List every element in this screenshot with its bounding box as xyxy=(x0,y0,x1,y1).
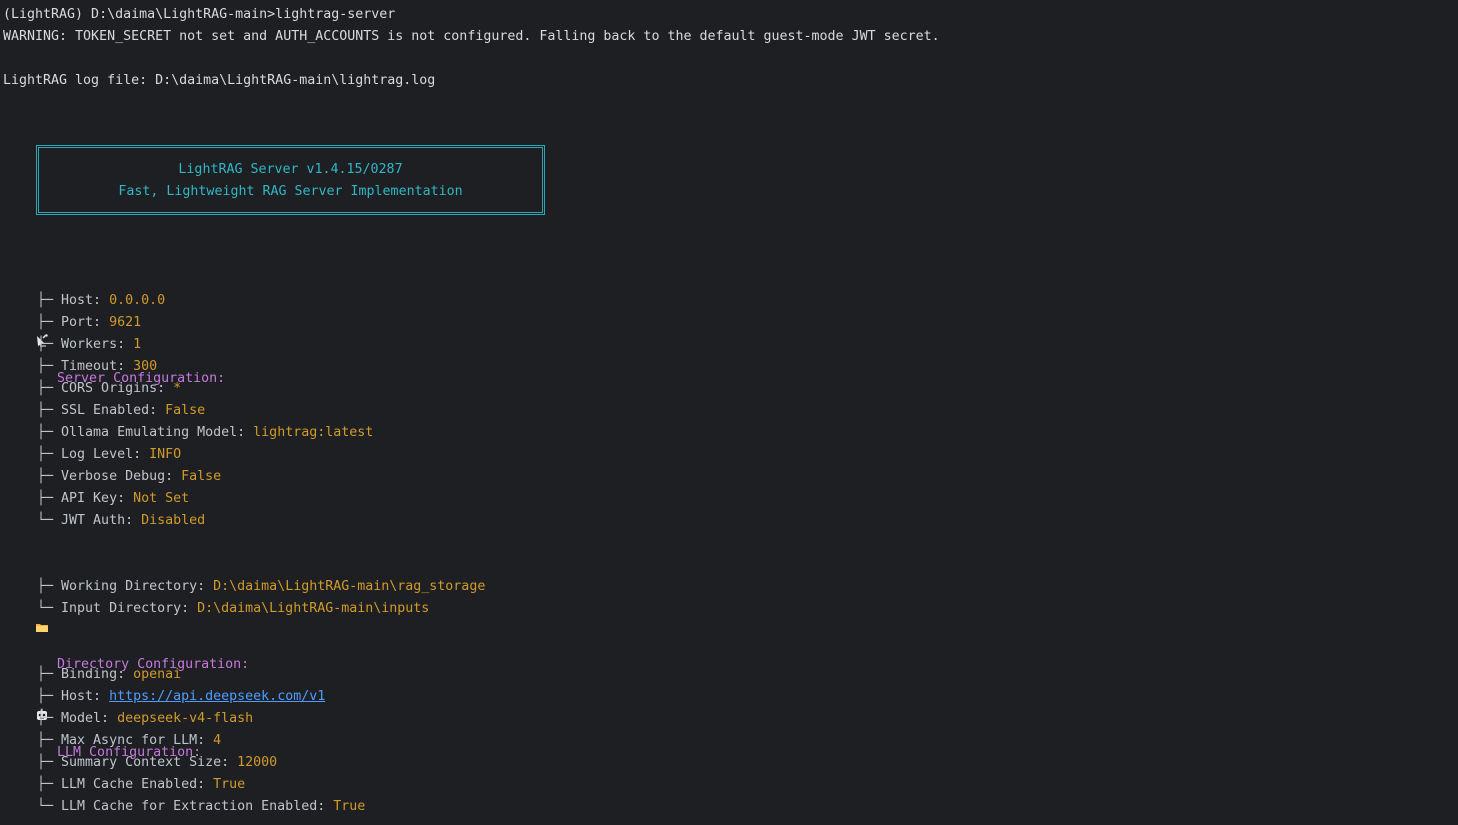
config-value: 9621 xyxy=(109,315,142,330)
command-prompt-line: (LightRAG) D:\daima\LightRAG-main>lightr… xyxy=(3,7,396,22)
config-label: Binding: xyxy=(61,667,134,682)
server-config-item: ├─ Host: 0.0.0.0 xyxy=(3,290,165,312)
server-config-item: ├─ SSL Enabled: False xyxy=(3,400,205,422)
tree-branch: ├─ xyxy=(37,337,62,352)
server-config-item: ├─ API Key: Not Set xyxy=(3,488,189,510)
tree-branch: ├─ xyxy=(37,667,62,682)
llm-config-header: LLM Configuration: xyxy=(3,642,201,760)
tree-branch: ├─ xyxy=(37,733,62,748)
tree-branch: └─ xyxy=(37,513,62,528)
config-value: True xyxy=(213,777,246,792)
tree-branch: ├─ xyxy=(37,447,62,462)
config-label: LLM Cache for Extraction Enabled: xyxy=(61,799,334,814)
config-value: 300 xyxy=(133,359,158,374)
llm-config-item: ├─ Host: https://api.deepseek.com/v1 xyxy=(3,686,325,708)
config-label: Workers: xyxy=(61,337,134,352)
config-value: False xyxy=(181,469,222,484)
config-label: Verbose Debug: xyxy=(61,469,182,484)
warning-line: WARNING: TOKEN_SECRET not set and AUTH_A… xyxy=(3,29,940,44)
server-config-header: Server Configuration: xyxy=(3,268,225,386)
tree-branch: ├─ xyxy=(37,711,62,726)
config-label: Host: xyxy=(61,689,110,704)
server-config-item: ├─ CORS Origins: * xyxy=(3,378,181,400)
config-link[interactable]: https://api.deepseek.com/v1 xyxy=(109,689,325,704)
llm-config-item: ├─ Max Async for LLM: 4 xyxy=(3,730,221,752)
config-label: Model: xyxy=(61,711,118,726)
config-value: 1 xyxy=(133,337,142,352)
config-value: * xyxy=(173,381,182,396)
config-label: SSL Enabled: xyxy=(61,403,166,418)
config-label: Ollama Emulating Model: xyxy=(61,425,254,440)
tree-branch: ├─ xyxy=(37,689,62,704)
server-config-item: ├─ Timeout: 300 xyxy=(3,356,157,378)
config-label: Summary Context Size: xyxy=(61,755,238,770)
config-label: Working Directory: xyxy=(61,579,214,594)
tree-branch: ├─ xyxy=(37,315,62,330)
config-value: 4 xyxy=(213,733,222,748)
config-value: Not Set xyxy=(133,491,190,506)
config-value: False xyxy=(165,403,206,418)
tree-branch: ├─ xyxy=(37,293,62,308)
server-config-item: └─ JWT Auth: Disabled xyxy=(3,510,205,532)
config-label: JWT Auth: xyxy=(61,513,142,528)
tree-branch: ├─ xyxy=(37,359,62,374)
llm-config-item: └─ LLM Cache for Extraction Enabled: Tru… xyxy=(3,796,365,818)
tree-branch: ├─ xyxy=(37,403,62,418)
config-label: LLM Cache Enabled: xyxy=(61,777,214,792)
server-config-item: ├─ Log Level: INFO xyxy=(3,444,181,466)
logfile-line: LightRAG log file: D:\daima\LightRAG-mai… xyxy=(3,73,436,88)
config-value: Disabled xyxy=(141,513,206,528)
config-label: Max Async for LLM: xyxy=(61,733,214,748)
config-value: D:\daima\LightRAG-main\inputs xyxy=(197,601,430,616)
tree-branch: ├─ xyxy=(37,381,62,396)
tree-branch: └─ xyxy=(37,799,62,814)
config-label: Input Directory: xyxy=(61,601,198,616)
tree-branch: ├─ xyxy=(37,469,62,484)
tree-branch: └─ xyxy=(37,601,62,616)
config-value: 12000 xyxy=(237,755,278,770)
directory-config-item: ├─ Working Directory: D:\daima\LightRAG-… xyxy=(3,576,485,598)
tree-branch: ├─ xyxy=(37,579,62,594)
server-config-item: ├─ Port: 9621 xyxy=(3,312,141,334)
banner-title: LightRAG Server v1.4.15/0287 xyxy=(178,162,403,177)
llm-config-item: ├─ LLM Cache Enabled: True xyxy=(3,774,245,796)
directory-config-header: Directory Configuration: xyxy=(3,554,249,672)
terminal-window[interactable]: (LightRAG) D:\daima\LightRAG-main>lightr… xyxy=(0,0,1458,825)
llm-config-item: ├─ Model: deepseek-v4-flash xyxy=(3,708,253,730)
tree-branch: ├─ xyxy=(37,425,62,440)
server-config-item: ├─ Workers: 1 xyxy=(3,334,141,356)
llm-config-item: ├─ Summary Context Size: 12000 xyxy=(3,752,277,774)
config-value: INFO xyxy=(149,447,182,462)
tree-branch: ├─ xyxy=(37,755,62,770)
config-value: deepseek-v4-flash xyxy=(117,711,254,726)
config-value: D:\daima\LightRAG-main\rag_storage xyxy=(213,579,486,594)
server-config-item: ├─ Verbose Debug: False xyxy=(3,466,221,488)
server-config-item: ├─ Ollama Emulating Model: lightrag:late… xyxy=(3,422,373,444)
tree-branch: ├─ xyxy=(37,777,62,792)
banner-subtitle: Fast, Lightweight RAG Server Implementat… xyxy=(118,184,463,199)
config-value: lightrag:latest xyxy=(253,425,374,440)
config-label: API Key: xyxy=(61,491,134,506)
config-label: Log Level: xyxy=(61,447,150,462)
config-value: 0.0.0.0 xyxy=(109,293,166,308)
config-label: Host: xyxy=(61,293,110,308)
directory-config-item: └─ Input Directory: D:\daima\LightRAG-ma… xyxy=(3,598,429,620)
config-label: CORS Origins: xyxy=(61,381,174,396)
config-value: openai xyxy=(133,667,182,682)
config-label: Port: xyxy=(61,315,110,330)
llm-config-item: ├─ Binding: openai xyxy=(3,664,181,686)
tree-branch: ├─ xyxy=(37,491,62,506)
server-banner: LightRAG Server v1.4.15/0287 Fast, Light… xyxy=(36,145,545,215)
config-value: True xyxy=(333,799,366,814)
config-label: Timeout: xyxy=(61,359,134,374)
